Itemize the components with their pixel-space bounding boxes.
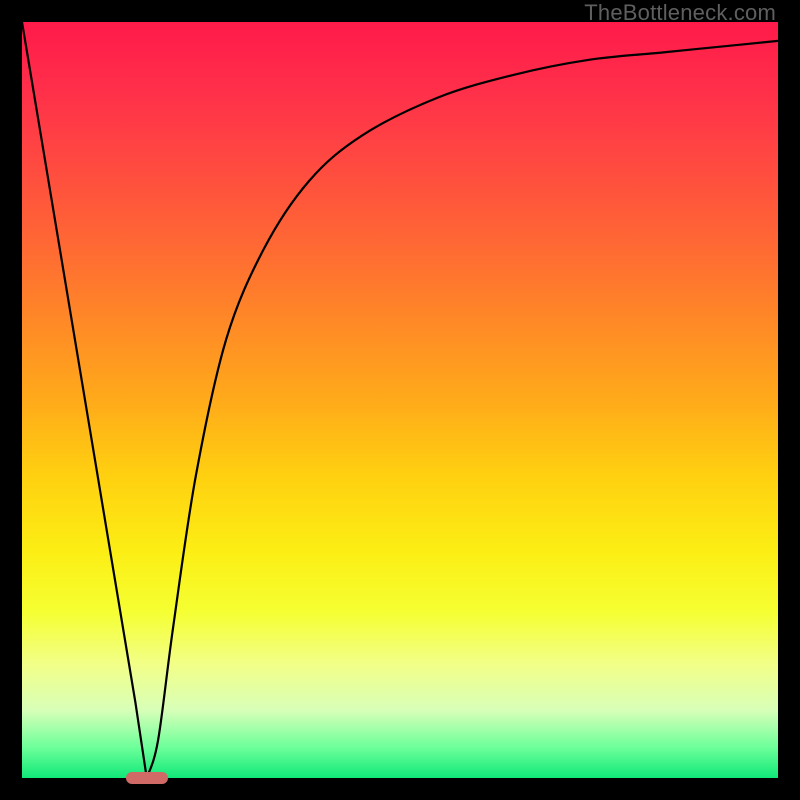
attribution-text: TheBottleneck.com [584,0,776,26]
optimal-marker [126,772,168,784]
bottleneck-curve [22,22,778,778]
plot-area [22,22,778,778]
chart-frame: TheBottleneck.com [0,0,800,800]
